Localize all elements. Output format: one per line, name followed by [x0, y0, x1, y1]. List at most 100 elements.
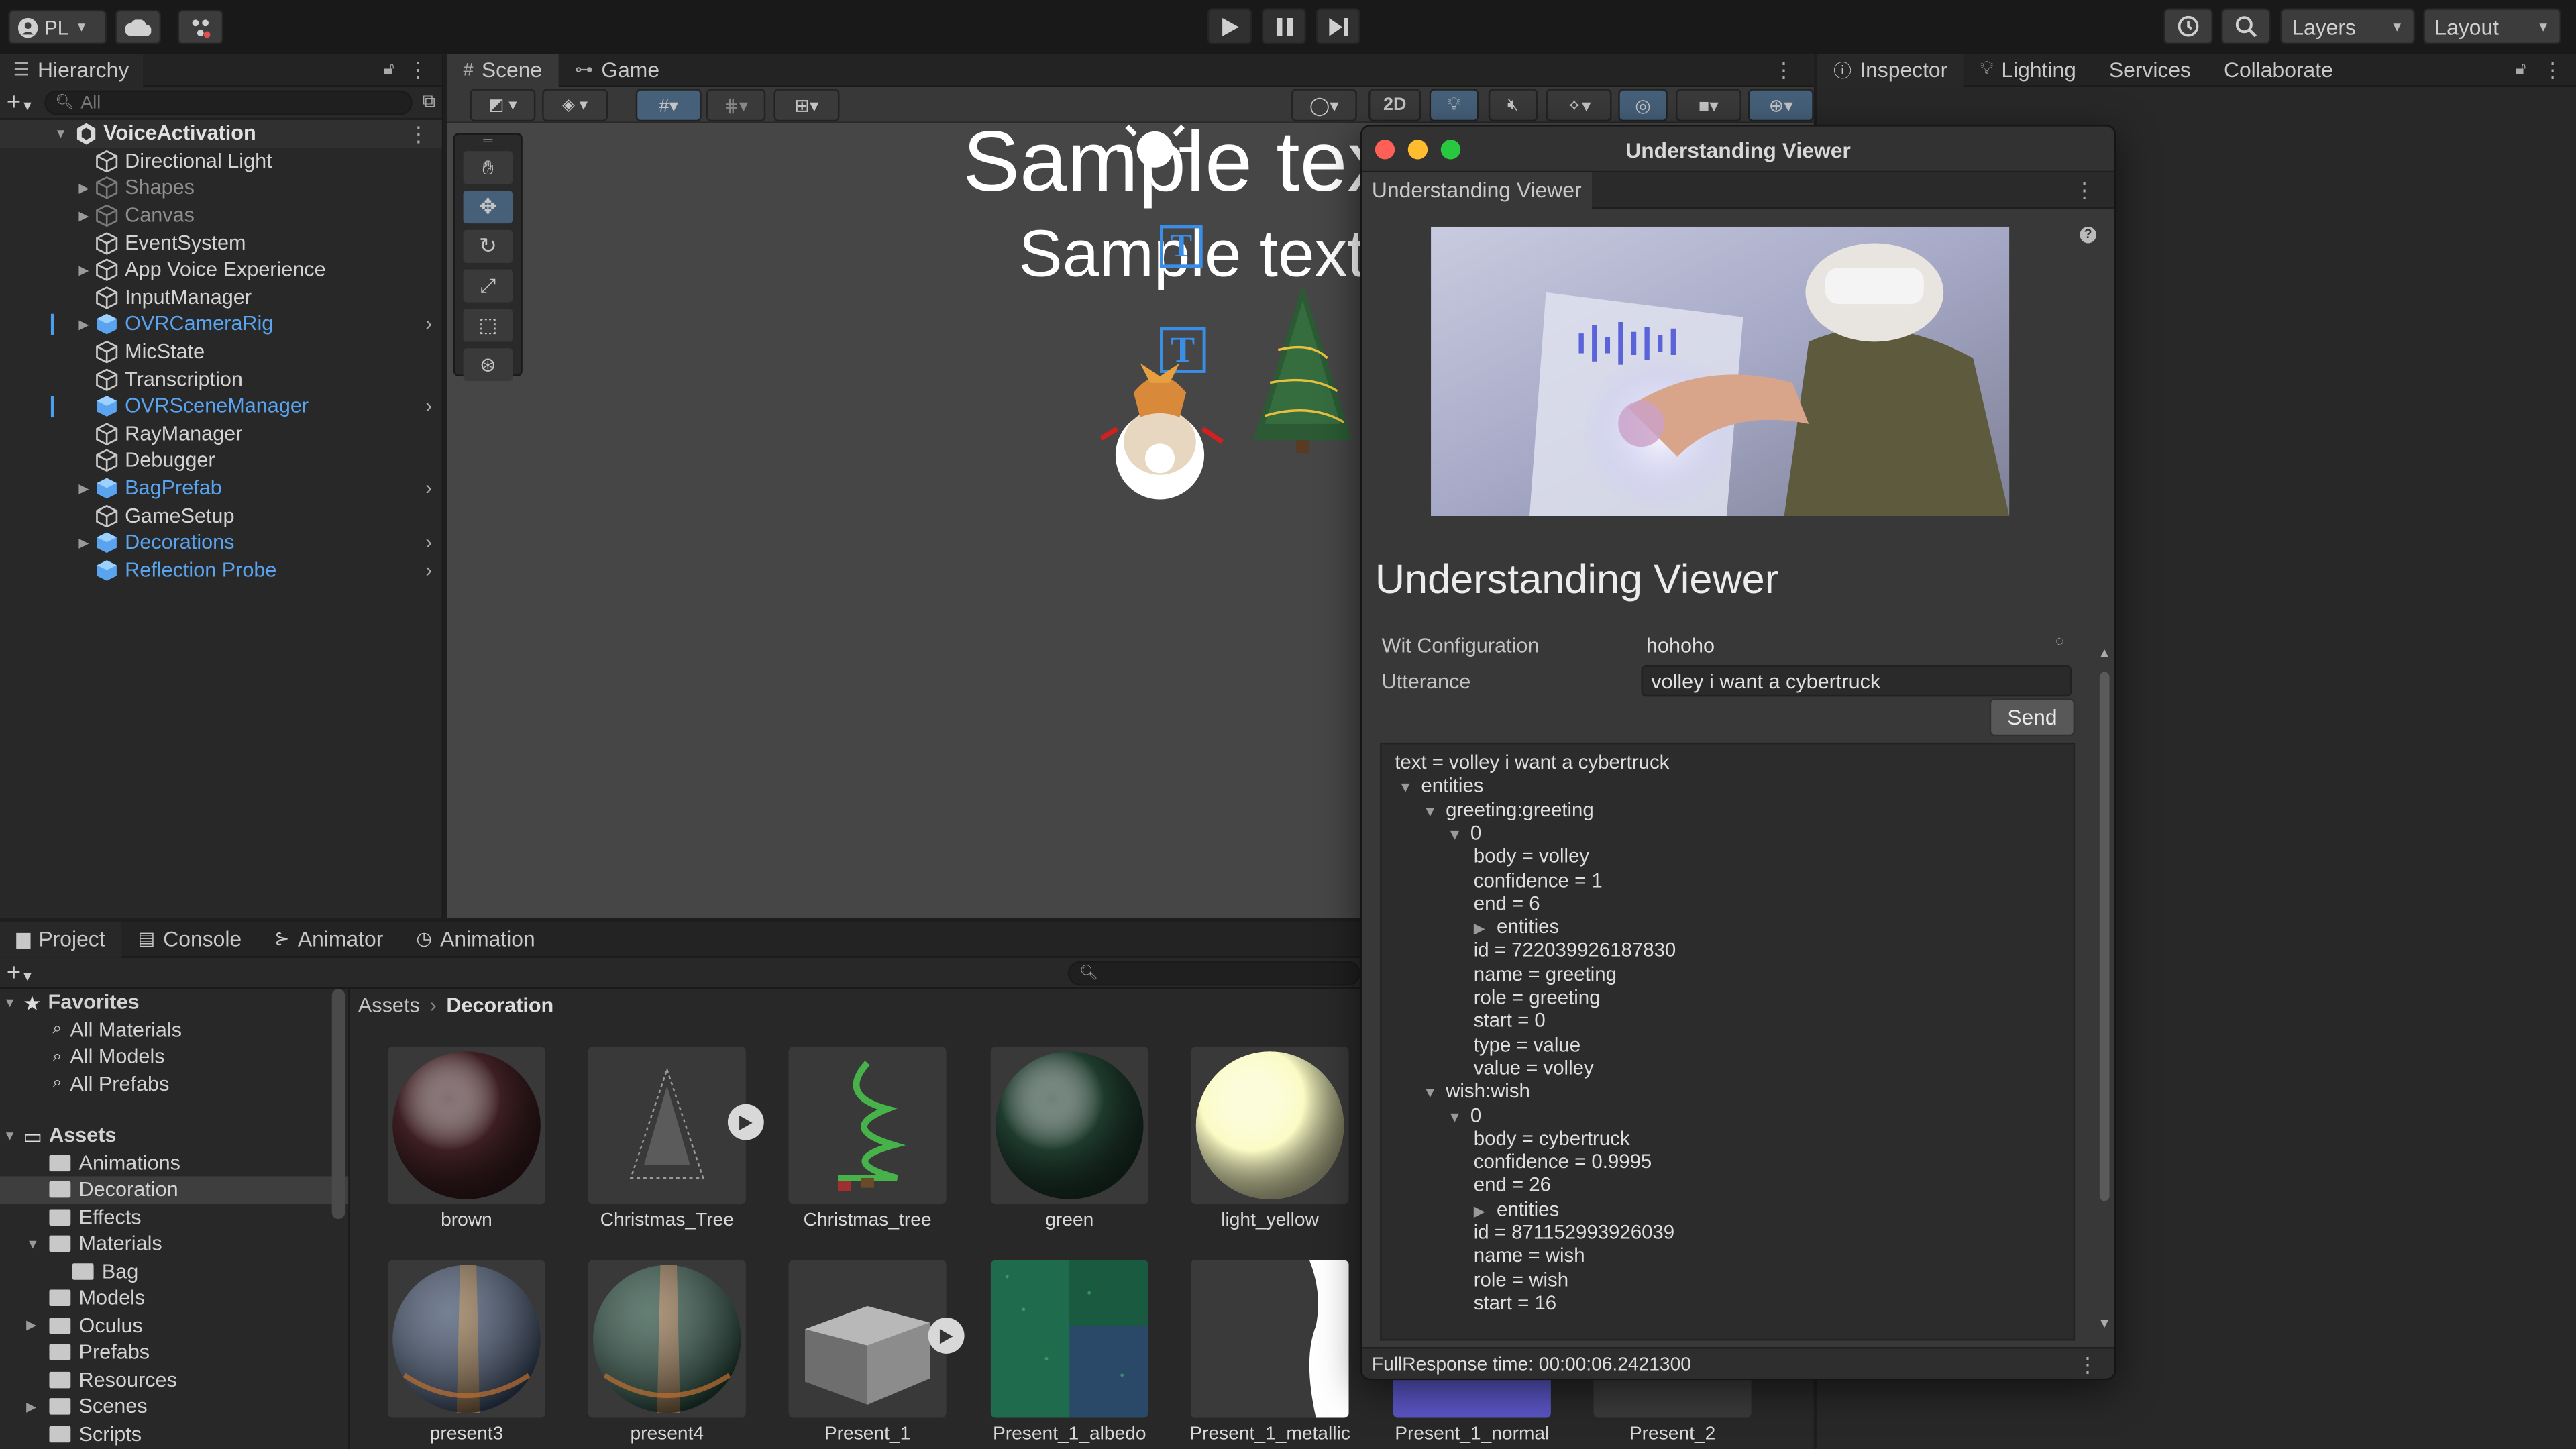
foldout-expanded-icon[interactable]: ▼ [1423, 1085, 1438, 1101]
cloud-button[interactable] [115, 9, 162, 45]
tab-services[interactable]: Services [2092, 54, 2207, 87]
asset-item[interactable]: present3 [366, 1260, 567, 1449]
foldout-expanded-icon[interactable]: ▼ [1423, 803, 1438, 819]
asset-item[interactable]: light_yellow [1170, 1046, 1371, 1254]
drag-handle-icon[interactable]: ═ [455, 134, 521, 148]
folder-item[interactable]: ▼ Materials [0, 1230, 348, 1257]
folder-item[interactable]: Prefabs [0, 1339, 348, 1366]
foldout-expanded-icon[interactable]: ▼ [1448, 826, 1462, 843]
hierarchy-item[interactable]: ▶ Shapes [0, 174, 442, 202]
response-foldout[interactable]: ▶ entities [1474, 915, 1559, 938]
account-dropdown[interactable]: PL ▼ [8, 9, 107, 45]
tab-game[interactable]: ⊶ Game [559, 54, 676, 87]
gizmos-button[interactable]: ⊕▾ [1748, 89, 1814, 122]
hierarchy-item[interactable]: InputManager [0, 284, 442, 311]
hierarchy-item[interactable]: ▶ App Voice Experience [0, 256, 442, 284]
preview-play-icon[interactable] [928, 1318, 965, 1354]
folder-item[interactable]: Effects [0, 1203, 348, 1230]
folder-item[interactable]: ▶ Scenes [0, 1393, 348, 1420]
favorites-header[interactable]: ▼ ★ Favorites [0, 989, 348, 1016]
project-search-field[interactable]: 🔍︎ [1067, 961, 1360, 986]
expand-arrow-icon[interactable]: ▶ [76, 480, 92, 495]
expand-arrow-icon[interactable]: ▶ [76, 180, 92, 195]
asset-item[interactable]: brown [366, 1046, 567, 1254]
expand-arrow-icon[interactable]: ▼ [26, 1236, 49, 1251]
hand-tool[interactable]: ✋︎ [463, 151, 513, 184]
increment-snap-button[interactable]: ⋕▾ [706, 89, 766, 122]
folder-item[interactable]: Decoration [0, 1176, 349, 1203]
camera-button[interactable]: ■▾ [1675, 89, 1741, 122]
scale-tool[interactable]: ⤢ [463, 269, 513, 303]
preview-play-icon[interactable] [727, 1104, 764, 1140]
hierarchy-item[interactable]: EventSystem [0, 229, 442, 256]
response-foldout[interactable]: ▼ 0 [1448, 821, 1482, 844]
asset-item[interactable]: Present_1_metallic [1170, 1260, 1371, 1449]
tab-understanding-viewer[interactable]: Understanding Viewer [1362, 171, 1592, 208]
response-scrollbar-track[interactable]: ▲ ▼ [2098, 645, 2111, 1332]
hierarchy-item[interactable]: Transcription [0, 366, 442, 393]
add-asset-button[interactable]: +▼ [7, 959, 34, 987]
shading-button[interactable]: ◈ ▾ [542, 89, 608, 122]
step-button[interactable] [1316, 8, 1360, 45]
asset-item[interactable]: Present_1 [767, 1260, 968, 1449]
expand-arrow-icon[interactable]: ▶ [76, 208, 92, 223]
open-prefab-chevron-icon[interactable]: › [425, 313, 432, 335]
open-prefab-chevron-icon[interactable]: › [425, 476, 432, 499]
tab-collaborate[interactable]: Collaborate [2207, 54, 2349, 87]
hidden-objects-button[interactable]: ◎ [1618, 89, 1668, 122]
audio-toggle-button[interactable]: 🔇︎ [1488, 89, 1538, 122]
tab-lighting[interactable]: 💡︎ Lighting [1964, 54, 2093, 87]
rotate-tool[interactable]: ↻ [463, 229, 513, 263]
kebab-menu-icon[interactable]: ⋮ [2542, 58, 2563, 82]
lock-icon[interactable]: 🔓︎ [384, 61, 394, 79]
scroll-up-icon[interactable]: ▲ [2098, 645, 2110, 660]
open-prefab-chevron-icon[interactable]: › [425, 558, 432, 581]
hierarchy-search-field[interactable]: 🔍︎ All [44, 90, 413, 115]
send-button[interactable]: Send [1989, 698, 2076, 737]
kebab-menu-icon[interactable]: ⋮ [2074, 177, 2095, 202]
play-button[interactable] [1208, 8, 1252, 45]
rect-tool[interactable]: ⬚ [463, 309, 513, 342]
response-foldout[interactable]: ▼ greeting:greeting [1423, 798, 1594, 820]
open-prefab-chevron-icon[interactable]: › [425, 531, 432, 554]
expand-arrow-icon[interactable]: ▼ [3, 1128, 23, 1143]
folder-tree-scrollbar[interactable] [331, 989, 345, 1220]
expand-arrow-icon[interactable]: ▼ [3, 995, 23, 1010]
hierarchy-item[interactable]: Debugger [0, 447, 442, 474]
hierarchy-item[interactable]: ▶ OVRCameraRig › [0, 311, 442, 338]
kebab-menu-icon[interactable]: ⋮ [2078, 1352, 2098, 1377]
hierarchy-item[interactable]: Directional Light [0, 147, 442, 174]
hierarchy-item[interactable]: RayManager [0, 420, 442, 447]
lock-icon[interactable]: 🔓︎ [2515, 61, 2526, 79]
effects-button[interactable]: ✧▾ [1546, 89, 1612, 122]
tab-project[interactable]: ▆ Project [0, 920, 122, 957]
grid-snap-button[interactable]: #▾ [635, 89, 702, 122]
object-picker-icon[interactable]: ◌ [2055, 633, 2064, 649]
asset-item[interactable]: Christmas_Tree [567, 1046, 767, 1254]
utterance-input[interactable]: volley i want a cybertruck [1641, 665, 2072, 697]
folder-item[interactable]: Animations [0, 1149, 348, 1176]
folder-item[interactable]: Models [0, 1285, 348, 1311]
assets-root[interactable]: ▼ ▭ Assets [0, 1122, 348, 1149]
kebab-menu-icon[interactable]: ⋮ [1774, 58, 1794, 82]
foldout-expanded-icon[interactable]: ▼ [1448, 1108, 1462, 1124]
hierarchy-item[interactable]: ▶ Decorations › [0, 529, 442, 556]
breadcrumb-decoration[interactable]: Decoration [446, 994, 553, 1017]
layout-dropdown[interactable]: Layout ▼ [2423, 8, 2561, 45]
expand-arrow-icon[interactable]: ▶ [76, 535, 92, 550]
move-tool[interactable]: ✥ [463, 191, 513, 224]
tab-animator[interactable]: ⊱ Animator [258, 921, 400, 957]
tab-scene[interactable]: # Scene [447, 54, 559, 87]
tab-console[interactable]: ▤ Console [121, 921, 258, 957]
response-foldout[interactable]: ▼ wish:wish [1423, 1079, 1530, 1102]
response-foldout[interactable]: ▼ entities [1398, 774, 1483, 797]
hierarchy-item[interactable]: GameSetup [0, 502, 442, 529]
wit-config-value[interactable]: hohoho [1646, 634, 1715, 657]
breadcrumb-assets[interactable]: Assets [358, 994, 420, 1017]
response-scrollbar-thumb[interactable] [2099, 672, 2110, 1201]
foldout-collapsed-icon[interactable]: ▶ [1474, 1202, 1489, 1220]
tab-animation[interactable]: ◷ Animation [400, 921, 551, 957]
response-foldout[interactable]: ▶ entities [1474, 1197, 1559, 1220]
asset-item[interactable]: present4 [567, 1260, 767, 1449]
hierarchy-item[interactable]: ▶ Canvas [0, 202, 442, 229]
